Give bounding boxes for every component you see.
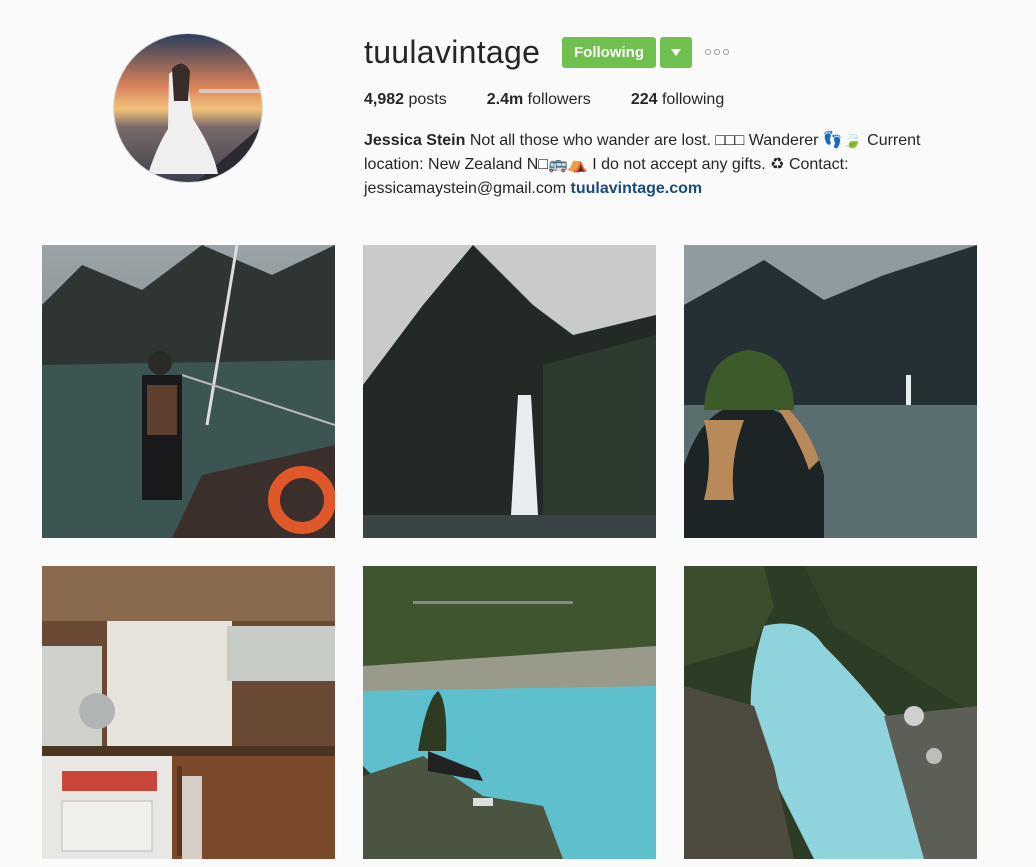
- followers-link[interactable]: 2.4m followers: [487, 91, 591, 109]
- profile-bio: Jessica Stein Not all those who wander a…: [364, 129, 984, 201]
- following-button[interactable]: Following: [562, 37, 656, 68]
- profile-website-link[interactable]: tuulavintage.com: [571, 180, 703, 197]
- post-waterfall-mountain[interactable]: [363, 245, 656, 538]
- profile-full-name: Jessica Stein: [364, 132, 466, 149]
- more-options-button[interactable]: [705, 44, 735, 60]
- profile-username: tuulavintage: [364, 34, 541, 70]
- ellipsis-dot-icon: [705, 49, 711, 55]
- profile-avatar[interactable]: [113, 33, 263, 183]
- profile-stats: 4,982 posts 2.4m followers 224 following: [364, 91, 764, 109]
- post-green-beanie[interactable]: [684, 245, 977, 538]
- ellipsis-dot-icon: [714, 49, 720, 55]
- posts-count: 4,982 posts: [364, 91, 447, 108]
- post-van-kitchen[interactable]: [42, 566, 335, 859]
- post-boat-fjord[interactable]: [42, 245, 335, 538]
- post-river-rock[interactable]: [363, 566, 656, 859]
- caret-down-icon: [671, 48, 681, 56]
- post-turquoise-river[interactable]: [684, 566, 977, 859]
- ellipsis-dot-icon: [723, 49, 729, 55]
- following-link[interactable]: 224 following: [631, 91, 724, 109]
- follow-options-dropdown-button[interactable]: [660, 37, 692, 68]
